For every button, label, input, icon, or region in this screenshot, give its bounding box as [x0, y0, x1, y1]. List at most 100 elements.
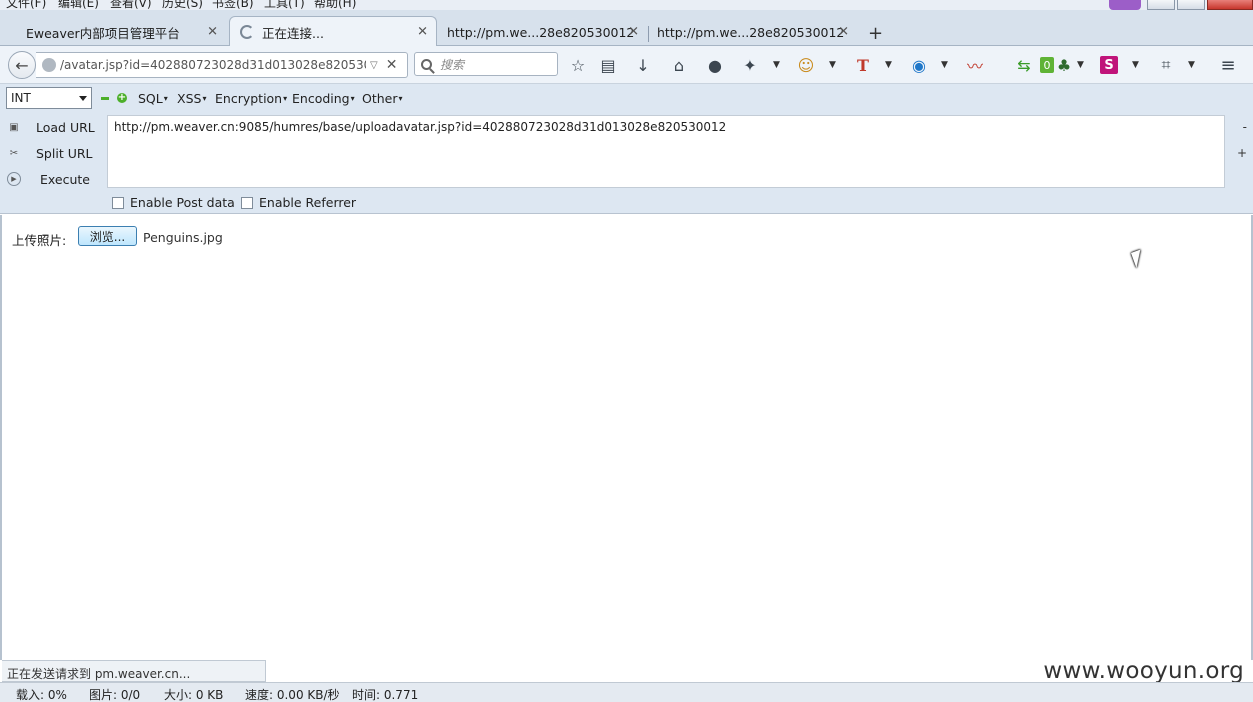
hamburger-menu-icon[interactable]: ≡: [1217, 54, 1239, 76]
menu-sql-label: SQL: [138, 91, 163, 106]
status-images: 图片: 0/0: [89, 688, 141, 702]
search-bar[interactable]: 搜索: [414, 52, 558, 76]
addon-puzzle-icon[interactable]: ♣: [1053, 54, 1075, 76]
type-select-value: INT: [11, 91, 31, 105]
tab-close-icon[interactable]: ✕: [628, 25, 639, 40]
shrink-textarea-button[interactable]: -: [1243, 120, 1247, 134]
load-url-button[interactable]: ▣ Load URL: [0, 116, 95, 138]
url-textarea[interactable]: http://pm.weaver.cn:9085/humres/base/upl…: [107, 115, 1225, 188]
dropdown-arrow-icon[interactable]: ▼: [773, 60, 780, 70]
tab-close-icon[interactable]: ✕: [207, 25, 218, 40]
swap-arrows-icon[interactable]: ⇆: [1013, 54, 1035, 76]
expand-textarea-button[interactable]: +: [1237, 146, 1247, 160]
menu-file[interactable]: 文件(F): [6, 0, 46, 10]
maximize-button[interactable]: [1177, 0, 1205, 10]
url-history-dropdown-icon[interactable]: ▽: [370, 60, 378, 71]
tab-close-icon[interactable]: ✕: [417, 25, 428, 40]
play-icon: ▶: [7, 172, 21, 186]
hackbar-panel: ▣ Load URL ✂ Split URL ▶ Execute http://…: [0, 112, 1253, 214]
menu-bookmarks[interactable]: 书签(B): [212, 0, 254, 10]
status-size: 大小: 0 KB: [164, 688, 224, 702]
url-bar[interactable]: /avatar.jsp?id=402880723028d31d013028e82…: [36, 52, 408, 78]
menu-encoding[interactable]: Encoding▾: [292, 91, 355, 106]
dropdown-arrow-icon[interactable]: ▼: [1132, 60, 1139, 70]
url-text[interactable]: /avatar.jsp?id=402880723028d31d013028e82…: [60, 58, 366, 72]
enable-post-checkbox[interactable]: Enable Post data: [112, 195, 235, 210]
firebug-icon[interactable]: ✦: [739, 54, 761, 76]
home-icon[interactable]: ⌂: [668, 54, 690, 76]
menu-encryption-label: Encryption: [215, 91, 283, 106]
search-placeholder: 搜索: [440, 57, 465, 72]
selected-file-name: Penguins.jpg: [143, 230, 223, 245]
stop-icon[interactable]: ✕: [386, 57, 398, 73]
scissors-icon: ✂: [9, 147, 19, 159]
minimize-button[interactable]: [1147, 0, 1175, 10]
status-time: 时间: 0.771: [352, 688, 419, 702]
checkbox-box[interactable]: [112, 196, 124, 209]
counter-badge-icon[interactable]: 0: [1040, 57, 1054, 73]
menu-history[interactable]: 历史(S): [162, 0, 203, 10]
status-bar: 载入: 0% 图片: 0/0 大小: 0 KB 速度: 0.00 KB/秒 时间…: [0, 682, 1253, 702]
tab-connecting[interactable]: 正在连接... ✕: [229, 16, 437, 47]
menu-view[interactable]: 查看(V): [110, 0, 152, 10]
window-controls: [1145, 0, 1253, 10]
globe-icon[interactable]: ◉: [908, 54, 930, 76]
chat-bubble-icon[interactable]: ●: [704, 54, 726, 76]
enable-referrer-label: Enable Referrer: [259, 195, 357, 210]
execute-button[interactable]: ▶ Execute: [0, 168, 90, 190]
dropdown-arrow-icon[interactable]: ▼: [829, 60, 836, 70]
site-identity-icon[interactable]: [42, 58, 56, 72]
close-window-button[interactable]: [1207, 0, 1253, 10]
bookmark-star-icon[interactable]: ☆: [567, 54, 589, 76]
caret-down-icon: ▾: [283, 94, 288, 103]
increase-icon[interactable]: +: [117, 93, 127, 103]
menu-edit[interactable]: 编辑(E): [58, 0, 99, 10]
new-tab-icon[interactable]: +: [868, 24, 883, 44]
download-icon[interactable]: ↓: [632, 54, 654, 76]
dropdown-arrow-icon[interactable]: ▼: [1188, 60, 1195, 70]
greasemonkey-icon[interactable]: ☺: [795, 54, 817, 76]
tab-label: 正在连接...: [262, 25, 324, 41]
crop-icon[interactable]: ⌗: [1155, 54, 1177, 76]
upload-photo-label: 上传照片:: [12, 233, 67, 248]
select-arrow-icon: [79, 96, 87, 101]
browse-button[interactable]: 浏览...: [78, 226, 137, 246]
tab-strip: Eweaver内部项目管理平台 ✕ 正在连接... ✕ http://pm.we…: [0, 10, 1253, 47]
chart-trend-icon[interactable]: 〰: [964, 54, 986, 76]
dropdown-arrow-icon[interactable]: ▼: [885, 60, 892, 70]
menu-help[interactable]: 帮助(H): [314, 0, 356, 10]
tab-pm-1[interactable]: http://pm.we...28e820530012 ✕: [437, 18, 647, 46]
decrease-icon[interactable]: [101, 97, 109, 100]
search-icon: [421, 58, 432, 70]
checkbox-box[interactable]: [241, 196, 253, 209]
menu-xss[interactable]: XSS▾: [177, 91, 206, 106]
reading-list-icon[interactable]: ▤: [597, 54, 619, 76]
status-message: 正在发送请求到 pm.weaver.cn...: [2, 660, 266, 682]
tab-pm-2[interactable]: http://pm.we...28e820530012 ✕: [647, 18, 857, 46]
navigation-toolbar: ← /avatar.jsp?id=402880723028d31d013028e…: [0, 46, 1253, 84]
status-load: 载入: 0%: [16, 688, 67, 702]
tab-close-icon[interactable]: ✕: [838, 25, 849, 40]
status-speed: 速度: 0.00 KB/秒: [245, 688, 340, 702]
dropdown-arrow-icon[interactable]: ▼: [1077, 60, 1084, 70]
tab-label: http://pm.we...28e820530012: [447, 24, 635, 40]
caret-down-icon: ▾: [163, 94, 168, 103]
type-select[interactable]: INT: [6, 87, 92, 109]
split-url-label: Split URL: [36, 145, 93, 161]
s-addon-icon[interactable]: S: [1100, 56, 1118, 74]
app-menu-button[interactable]: [1109, 0, 1141, 10]
menu-encryption[interactable]: Encryption▾: [215, 91, 287, 106]
enable-referrer-checkbox[interactable]: Enable Referrer: [241, 195, 356, 210]
menu-tools[interactable]: 工具(T): [264, 0, 305, 10]
split-url-button[interactable]: ✂ Split URL: [0, 142, 93, 164]
menu-other[interactable]: Other▾: [362, 91, 403, 106]
tab-eweaver[interactable]: Eweaver内部项目管理平台 ✕: [16, 18, 226, 46]
back-button[interactable]: ←: [8, 51, 36, 79]
load-url-label: Load URL: [36, 119, 95, 135]
menu-sql[interactable]: SQL▾: [138, 91, 168, 106]
enable-post-label: Enable Post data: [130, 195, 235, 210]
hackbar-toolbar: INT + SQL▾ XSS▾ Encryption▾ Encoding▾ Ot…: [0, 84, 1253, 112]
caret-down-icon: ▾: [350, 94, 355, 103]
dropdown-arrow-icon[interactable]: ▼: [941, 60, 948, 70]
text-tool-icon[interactable]: T: [852, 54, 874, 76]
